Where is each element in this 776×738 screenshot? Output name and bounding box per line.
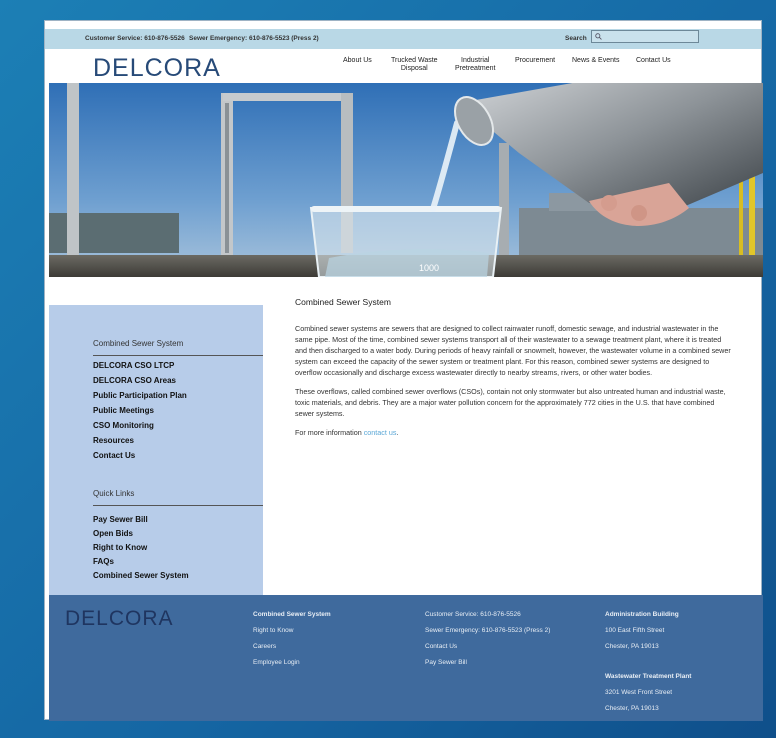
footer-link-employee-login[interactable]: Employee Login <box>253 659 331 675</box>
footer-customer-service: Customer Service: 610-876-5526 <box>425 611 521 618</box>
footer: DELCORA Combined Sewer System Right to K… <box>49 595 763 721</box>
nav-about-us[interactable]: About Us <box>343 57 372 65</box>
footer-link-combined-sewer[interactable]: Combined Sewer System <box>253 611 331 627</box>
beaker-marking: 1000 <box>419 263 439 273</box>
quick-link-pay-bill[interactable]: Pay Sewer Bill <box>93 515 148 524</box>
quick-links-divider <box>93 505 263 506</box>
sidebar: Combined Sewer System DELCORA CSO LTCP D… <box>49 305 263 595</box>
footer-col-contact: Customer Service: 610-876-5526 Sewer Eme… <box>425 611 550 675</box>
sidebar-item-public-meetings[interactable]: Public Meetings <box>93 406 154 415</box>
customer-service-text: Customer Service: 610-876-5526 <box>85 35 185 42</box>
footer-logo[interactable]: DELCORA <box>65 607 174 631</box>
admin-city: Chester, PA 19013 <box>605 643 659 650</box>
sidebar-item-public-participation[interactable]: Public Participation Plan <box>93 391 187 400</box>
sidebar-item-contact-us[interactable]: Contact Us <box>93 451 135 460</box>
paragraph-intro: Combined sewer systems are sewers that a… <box>295 324 731 377</box>
nav-contact-us[interactable]: Contact Us <box>636 57 671 65</box>
search-label: Search <box>565 35 587 42</box>
nav-news-events[interactable]: News & Events <box>572 57 619 65</box>
page-title: Combined Sewer System <box>295 297 391 307</box>
sidebar-heading: Combined Sewer System <box>93 339 184 348</box>
quick-link-combined-sewer[interactable]: Combined Sewer System <box>93 571 189 580</box>
delcora-logo[interactable]: DELCORA <box>93 54 221 83</box>
sidebar-divider <box>93 355 263 356</box>
nav-industrial-pretreatment[interactable]: Industrial Pretreatment <box>455 57 495 73</box>
footer-link-right-to-know[interactable]: Right to Know <box>253 627 331 643</box>
footer-link-pay-bill[interactable]: Pay Sewer Bill <box>425 659 550 675</box>
search-input[interactable] <box>604 31 696 42</box>
sidebar-item-resources[interactable]: Resources <box>93 436 134 445</box>
search-icon <box>595 33 602 40</box>
nav-procurement[interactable]: Procurement <box>515 57 555 65</box>
plant-heading: Wastewater Treatment Plant <box>605 673 692 680</box>
quick-link-faqs[interactable]: FAQs <box>93 557 114 566</box>
footer-col-links: Combined Sewer System Right to Know Care… <box>253 611 331 675</box>
nav-trucked-waste-disposal[interactable]: Trucked Waste Disposal <box>391 57 438 73</box>
page-frame: Customer Service: 610-876-5526 Sewer Eme… <box>44 20 763 721</box>
main-content: Combined Sewer System Combined sewer sys… <box>295 297 735 446</box>
admin-building-heading: Administration Building <box>605 611 679 618</box>
search-field[interactable] <box>591 30 699 43</box>
sidebar-item-cso-ltcp[interactable]: DELCORA CSO LTCP <box>93 361 174 370</box>
admin-street: 100 East Fifth Street <box>605 627 665 634</box>
footer-link-contact-us[interactable]: Contact Us <box>425 643 550 659</box>
footer-link-careers[interactable]: Careers <box>253 643 331 659</box>
paragraph-more-info: For more information contact us. <box>295 428 399 437</box>
plant-city: Chester, PA 19013 <box>605 705 659 712</box>
footer-col-addresses: Administration Building 100 East Fifth S… <box>605 611 691 721</box>
quick-link-open-bids[interactable]: Open Bids <box>93 529 133 538</box>
sidebar-item-cso-monitoring[interactable]: CSO Monitoring <box>93 421 154 430</box>
plant-street: 3201 West Front Street <box>605 689 673 696</box>
quick-link-right-to-know[interactable]: Right to Know <box>93 543 147 552</box>
contact-us-link[interactable]: contact us <box>364 428 397 437</box>
sewer-emergency-text: Sewer Emergency: 610-876-5523 (Press 2) <box>189 35 319 42</box>
sidebar-item-cso-areas[interactable]: DELCORA CSO Areas <box>93 376 176 385</box>
hero-image: 1000 <box>49 83 763 277</box>
top-info-bar: Customer Service: 610-876-5526 Sewer Eme… <box>45 29 761 49</box>
quick-links-heading: Quick Links <box>93 489 135 498</box>
paragraph-overflows: These overflows, called combined sewer o… <box>295 387 726 418</box>
footer-sewer-emergency: Sewer Emergency: 610-876-5523 (Press 2) <box>425 627 551 634</box>
